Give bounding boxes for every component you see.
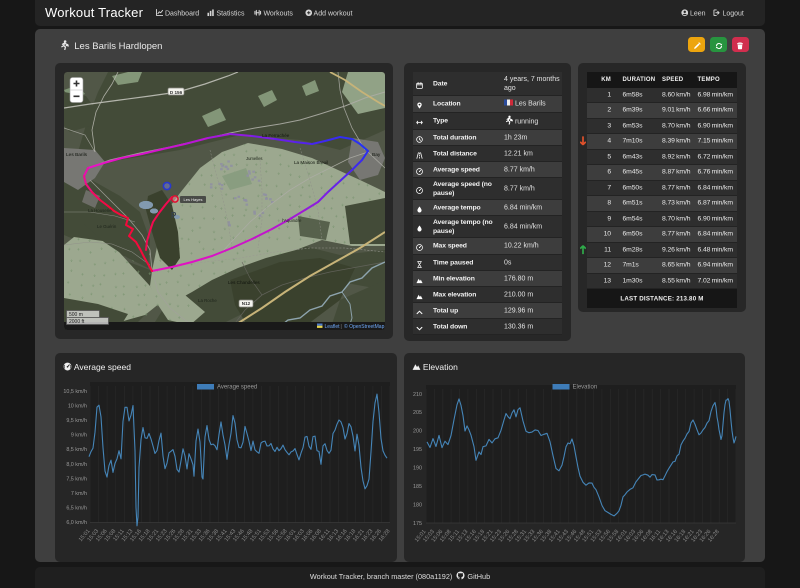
svg-text:La Ferrachée: La Ferrachée: [262, 133, 290, 138]
svg-text:N12: N12: [242, 301, 251, 306]
svg-text:La Roche: La Roche: [198, 298, 217, 303]
svg-text:180: 180: [413, 502, 422, 508]
svg-text:10,5 km/h: 10,5 km/h: [63, 389, 87, 395]
svg-text:200: 200: [413, 429, 422, 435]
svg-text:© OpenStreetMap: © OpenStreetMap: [344, 323, 385, 330]
svg-text:210: 210: [413, 392, 422, 398]
svg-text:|: |: [341, 324, 342, 330]
svg-text:Average speed: Average speed: [217, 385, 257, 391]
svg-text:Le Guérin: Le Guérin: [97, 224, 117, 229]
svg-text:7 km/h: 7 km/h: [71, 491, 87, 497]
svg-text:La Houserie: La Houserie: [88, 208, 112, 213]
svg-text:l'Aquindre: l'Aquindre: [282, 218, 302, 223]
svg-text:7,5 km/h: 7,5 km/h: [66, 476, 87, 482]
svg-text:Leaflet: Leaflet: [325, 324, 341, 330]
svg-text:Elevation: Elevation: [573, 385, 598, 391]
svg-text:10 km/h: 10 km/h: [68, 403, 87, 409]
svg-text:6,5 km/h: 6,5 km/h: [66, 506, 87, 512]
svg-text:9,5 km/h: 9,5 km/h: [66, 418, 87, 424]
svg-text:2000 ft: 2000 ft: [69, 319, 85, 325]
svg-text:9 km/h: 9 km/h: [71, 433, 87, 439]
svg-text:190: 190: [413, 466, 422, 472]
svg-text:205: 205: [413, 410, 422, 416]
svg-text:175: 175: [413, 521, 422, 527]
svg-text:Les Hayes: Les Hayes: [184, 197, 203, 202]
svg-text:195: 195: [413, 447, 422, 453]
svg-text:Les Barils: Les Barils: [66, 152, 88, 158]
svg-text:8,5 km/h: 8,5 km/h: [66, 447, 87, 453]
svg-text:La Maison Breuil: La Maison Breuil: [294, 160, 328, 165]
svg-text:Jumelles: Jumelles: [246, 156, 263, 161]
svg-text:8,0 km/h: 8,0 km/h: [66, 462, 87, 468]
svg-text:P: P: [171, 211, 177, 220]
svg-text:Les Chandelles: Les Chandelles: [228, 280, 260, 285]
svg-text:Bay: Bay: [372, 152, 381, 158]
svg-text:D 156: D 156: [170, 90, 183, 95]
svg-text:185: 185: [413, 484, 422, 490]
svg-text:6,0 km/h: 6,0 km/h: [66, 520, 87, 526]
